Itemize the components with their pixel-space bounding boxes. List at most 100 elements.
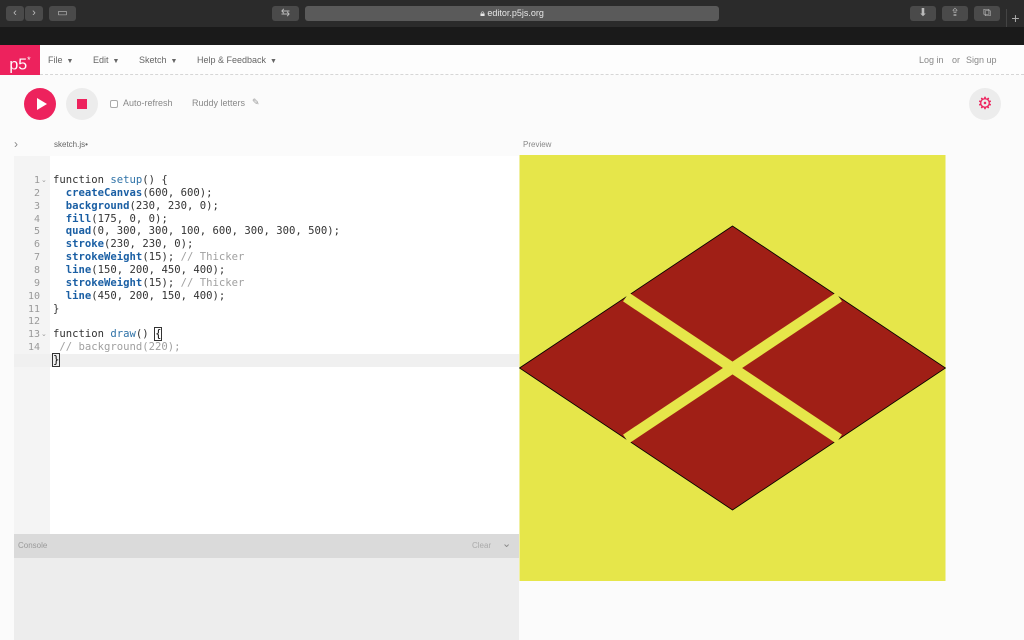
p5-logo[interactable]: p5* bbox=[0, 45, 40, 75]
code-token: (175, 0, 0); bbox=[91, 212, 168, 225]
line-number: 9 bbox=[33, 277, 40, 289]
login-link[interactable]: Log in bbox=[919, 45, 944, 75]
code-line[interactable]: function setup() { bbox=[53, 174, 168, 187]
or-text: or bbox=[952, 55, 961, 65]
chevron-down-icon[interactable]: ⌄ bbox=[502, 537, 511, 550]
unsaved-marker: • bbox=[85, 140, 88, 149]
sketch-name[interactable]: Ruddy letters bbox=[192, 98, 245, 108]
line-gutter: 1⌄2345678910111213⌄1415 bbox=[14, 156, 50, 534]
translate-icon: ⇆ bbox=[280, 7, 291, 19]
menu-file[interactable]: File ▼ bbox=[48, 45, 73, 75]
code-token: draw bbox=[110, 328, 136, 341]
menu-sketch[interactable]: Sketch ▼ bbox=[139, 45, 177, 75]
line-number: 2 bbox=[33, 187, 40, 199]
code-token: line bbox=[65, 263, 92, 276]
console-header bbox=[14, 534, 519, 558]
code-line[interactable]: quad(0, 300, 300, 100, 600, 300, 300, 50… bbox=[53, 225, 340, 238]
code-token: function bbox=[53, 328, 111, 341]
pencil-icon[interactable]: ✎ bbox=[252, 97, 260, 108]
translate-button[interactable]: ⇆ bbox=[272, 6, 299, 21]
code-line[interactable]: // background(220); bbox=[53, 341, 180, 354]
fold-icon[interactable]: ⌄ bbox=[41, 174, 47, 187]
line-number: 7 bbox=[33, 252, 40, 264]
console-clear-button[interactable]: Clear bbox=[472, 541, 491, 550]
code-line[interactable]: line(450, 200, 150, 400); bbox=[53, 290, 225, 303]
code-token: strokeWeight bbox=[65, 251, 143, 264]
address-bar[interactable]: 🔒︎ editor.p5js.org bbox=[305, 6, 719, 21]
code-token: (450, 200, 150, 400); bbox=[91, 289, 226, 302]
caret-down-icon: ▼ bbox=[112, 58, 120, 65]
code-area[interactable]: function setup() { createCanvas(600, 600… bbox=[50, 156, 519, 534]
sketch-preview bbox=[519, 155, 946, 581]
code-token: strokeWeight bbox=[65, 276, 143, 289]
file-tab-sketch[interactable]: sketch.js• bbox=[54, 140, 88, 149]
code-token: (150, 200, 450, 400); bbox=[91, 263, 226, 276]
caret-down-icon: ▼ bbox=[270, 58, 277, 65]
forward-button[interactable]: › bbox=[25, 6, 43, 21]
code-token: background bbox=[65, 199, 130, 212]
code-token: // Thicker bbox=[180, 251, 245, 264]
settings-button[interactable]: ⚙ bbox=[969, 88, 1001, 120]
line-number: 3 bbox=[33, 200, 40, 212]
line-number: 4 bbox=[33, 213, 40, 225]
code-line[interactable]: createCanvas(600, 600); bbox=[53, 186, 213, 200]
download-button[interactable]: ⬇ bbox=[910, 6, 936, 21]
code-line[interactable]: fill(175, 0, 0); bbox=[53, 213, 168, 226]
signup-link[interactable]: Sign up bbox=[966, 45, 997, 75]
stop-button[interactable] bbox=[66, 88, 98, 120]
code-line[interactable]: stroke(230, 230, 0); bbox=[53, 238, 194, 251]
new-tab-button[interactable]: + bbox=[1006, 9, 1024, 27]
console-output bbox=[14, 558, 519, 640]
code-line[interactable]: strokeWeight(15); // Thicker bbox=[53, 276, 245, 290]
code-token: stroke bbox=[65, 238, 105, 251]
code-token: (0, 300, 300, 100, 600, 300, 300, 500); bbox=[91, 225, 341, 238]
code-token: setup bbox=[110, 174, 143, 186]
line-number: 5 bbox=[33, 226, 40, 238]
menu-edit[interactable]: Edit ▼ bbox=[93, 45, 119, 75]
code-token: } bbox=[51, 352, 61, 367]
code-line[interactable]: } bbox=[53, 303, 59, 316]
fold-icon[interactable]: ⌄ bbox=[41, 328, 47, 341]
share-button[interactable]: ⇪ bbox=[942, 6, 968, 21]
forward-icon: › bbox=[32, 7, 36, 19]
code-token: function bbox=[53, 174, 111, 186]
line-number: 1 bbox=[33, 175, 40, 186]
line-number: 11 bbox=[27, 303, 40, 315]
menu-help[interactable]: Help & Feedback ▼ bbox=[197, 45, 277, 75]
plus-icon: + bbox=[1011, 10, 1020, 26]
code-line[interactable]: strokeWeight(15); // Thicker bbox=[53, 251, 245, 264]
line-number: 14 bbox=[27, 342, 40, 354]
back-icon: ‹ bbox=[13, 7, 17, 19]
tabs-button[interactable]: ⧉ bbox=[974, 6, 1000, 21]
code-token: () { bbox=[142, 174, 168, 186]
code-line[interactable]: function draw() { bbox=[53, 327, 163, 342]
code-token: () bbox=[135, 328, 156, 341]
auto-refresh-checkbox[interactable] bbox=[110, 100, 118, 108]
sidebar-button[interactable]: ▭ bbox=[49, 6, 76, 21]
play-button[interactable] bbox=[24, 88, 56, 120]
code-line[interactable]: } bbox=[51, 352, 61, 367]
console-title: Console bbox=[18, 541, 48, 550]
back-button[interactable]: ‹ bbox=[6, 6, 24, 21]
share-icon: ⇪ bbox=[950, 7, 960, 19]
code-line[interactable]: background(230, 230, 0); bbox=[53, 200, 219, 213]
code-token: (600, 600); bbox=[142, 186, 213, 199]
chevron-right-icon[interactable]: › bbox=[14, 137, 18, 151]
code-token: (15); bbox=[142, 251, 181, 264]
tab-strip bbox=[0, 27, 1024, 45]
auto-refresh-label: Auto-refresh bbox=[123, 98, 173, 108]
code-token: (230, 230, 0); bbox=[104, 238, 194, 251]
caret-down-icon: ▼ bbox=[66, 58, 74, 65]
code-line[interactable]: line(150, 200, 450, 400); bbox=[53, 264, 225, 277]
line-number: 6 bbox=[33, 239, 40, 251]
code-token: { bbox=[153, 327, 163, 342]
code-editor[interactable]: 1⌄2345678910111213⌄1415 function setup()… bbox=[14, 156, 519, 534]
